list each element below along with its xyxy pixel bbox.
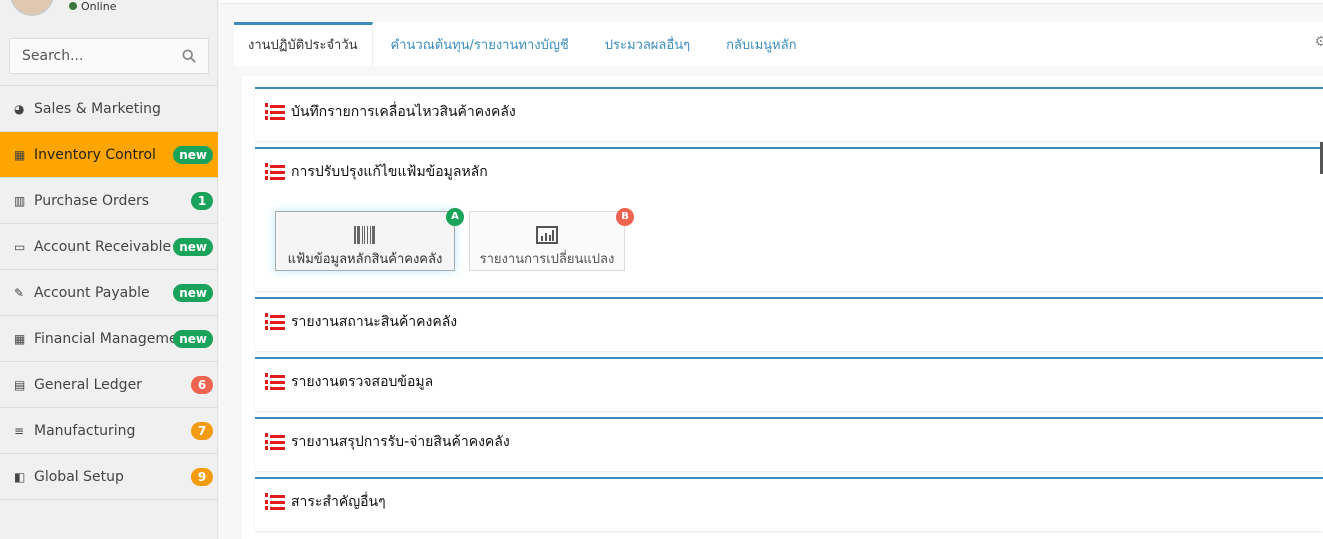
section-title: รายงานตรวจสอบข้อมูล [291,374,434,390]
sidebar-item-label: General Ledger [34,376,142,393]
tab-other-processing[interactable]: ประมวลผลอื่นๆ [587,22,708,66]
user-status: Online [69,0,116,13]
sidebar-item-financial-management[interactable]: ▦ Financial Management new [0,316,218,362]
section-header[interactable]: รายงานสถานะสินค้าคงคลัง [255,299,1323,333]
search-placeholder: Search... [22,48,84,64]
menu-section: รายงานสรุปการรับ-จ่ายสินค้าคงคลัง [255,417,1323,471]
inventory-master-file-button[interactable]: แฟ้มข้อมูลหลักสินค้าคงคลัง A [275,208,464,271]
section-title: รายงานสถานะสินค้าคงคลัง [291,314,458,330]
menu-section: สาระสำคัญอื่นๆ [255,477,1323,531]
sidebar-item-sales-marketing[interactable]: ◕ Sales & Marketing [0,86,218,132]
section-title: รายงานสรุปการรับ-จ่ายสินค้าคงคลัง [291,434,510,450]
sidebar-item-global-setup[interactable]: ◧ Global Setup 9 [0,454,218,500]
sidebar-item-manufacturing[interactable]: ≡ Manufacturing 7 [0,408,218,454]
section-title: บันทึกรายการเคลื่อนไหวสินค้าคงคลัง [291,104,516,120]
avatar [10,0,54,16]
section-header[interactable]: สาระสำคัญอื่นๆ [255,479,1323,513]
sidebar-item-purchase-orders[interactable]: ▥ Purchase Orders 1 [0,178,218,224]
tab-back-to-main-menu[interactable]: กลับเมนูหลัก [708,22,814,66]
sidebar-badge: new [173,284,213,302]
server-icon: ≡ [14,423,25,438]
sidebar-item-general-ledger[interactable]: ▤ General Ledger 6 [0,362,218,408]
sidebar-item-label: Account Receivable [34,238,172,255]
bar-chart-icon: ▥ [14,193,26,208]
sidebar-item-account-payable[interactable]: ✎ Account Payable new [0,270,218,316]
menu-section: รายงานสถานะสินค้าคงคลัง [255,297,1323,351]
section-header[interactable]: รายงานตรวจสอบข้อมูล [255,359,1323,393]
menu-section: รายงานตรวจสอบข้อมูล [255,357,1323,411]
sidebar-item-label: Inventory Control [34,146,156,163]
sidebar-item-inventory-control[interactable]: ▦ Inventory Control new [0,132,218,178]
sidebar-item-label: Account Payable [34,284,150,301]
change-report-button[interactable]: รายงานการเปลี่ยนแปลง B [469,208,634,271]
sidebar-badge: 7 [191,422,213,440]
sidebar-item-label: Purchase Orders [34,192,150,209]
numbered-list-icon [265,163,285,180]
numbered-list-icon [265,313,285,330]
sidebar-item-label: Global Setup [34,468,124,485]
sidebar-item-label: Financial Management [34,330,192,347]
sidebar-item-label: Manufacturing [34,422,136,439]
numbered-list-icon [265,493,285,510]
numbered-list-icon [265,433,285,450]
section-header[interactable]: การปรับปรุงแก้ไขแฟ้มข้อมูลหลัก [255,149,1323,183]
sidebar-item-account-receivable[interactable]: ▭ Account Receivable new [0,224,218,270]
laptop-icon: ▭ [14,239,26,254]
sidebar-badge: 9 [191,468,213,486]
numbered-list-icon [265,103,285,120]
calendar-icon: ▦ [14,331,26,346]
status-text: Online [81,0,117,13]
sidebar-badge: new [173,238,213,256]
search-input[interactable]: Search... [9,38,209,74]
online-dot-icon [69,2,77,10]
sidebar-item-label: Sales & Marketing [34,100,161,117]
search-icon[interactable] [182,49,196,63]
section-header[interactable]: รายงานสรุปการรับ-จ่ายสินค้าคงคลัง [255,419,1323,453]
section-title: การปรับปรุงแก้ไขแฟ้มข้อมูลหลัก [291,164,488,180]
tab-daily-operations[interactable]: งานปฏิบัติประจำวัน [234,22,373,66]
button-badge: B [616,208,634,226]
dashboard-icon: ◕ [14,101,25,116]
layout-icon: ◧ [14,469,26,484]
main-content: งานปฏิบัติประจำวัน คำนวณต้นทุน/รายงานทาง… [219,0,1323,539]
sidebar: Online Search... ◕ Sales & Marketing ▦ Inve… [0,0,218,539]
report-chart-icon [536,226,558,244]
gear-icon[interactable]: ⚙ [1314,34,1323,50]
section-title: สาระสำคัญอื่นๆ [291,494,386,510]
sidebar-badge: new [173,330,213,348]
sidebar-menu: ◕ Sales & Marketing ▦ Inventory Control new ▥… [0,85,218,500]
button-badge: A [446,208,464,226]
top-bar [219,0,1323,4]
numbered-list-icon [265,373,285,390]
button-label: รายงานการเปลี่ยนแปลง [479,252,615,267]
tab-panel: บันทึกรายการเคลื่อนไหวสินค้าคงคลังการปรั… [242,76,1323,539]
grid-icon: ▦ [14,147,26,162]
tab-cost-accounting-reports[interactable]: คำนวณต้นทุน/รายงานทางบัญชี [373,22,587,66]
section-header[interactable]: บันทึกรายการเคลื่อนไหวสินค้าคงคลัง [255,89,1323,123]
sidebar-badge: new [173,146,213,164]
button-label: แฟ้มข้อมูลหลักสินค้าคงคลัง [287,252,443,267]
building-icon: ▤ [14,377,26,392]
tab-bar: งานปฏิบัติประจำวัน คำนวณต้นทุน/รายงานทาง… [234,22,1323,66]
menu-section: การปรับปรุงแก้ไขแฟ้มข้อมูลหลักแฟ้มข้อมูล… [255,147,1323,291]
edit-icon: ✎ [14,285,25,300]
menu-section: บันทึกรายการเคลื่อนไหวสินค้าคงคลัง [255,87,1323,141]
sidebar-badge: 6 [191,376,213,394]
sidebar-badge: 1 [191,192,213,210]
barcode-icon [354,226,375,244]
